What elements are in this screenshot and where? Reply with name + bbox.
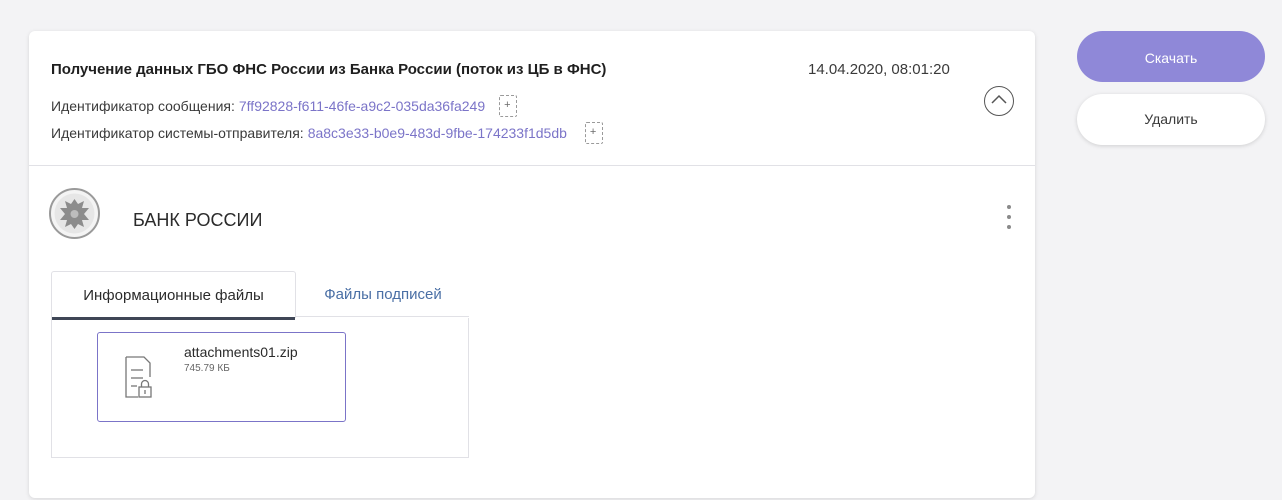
- message-title: Получение данных ГБО ФНС России из Банка…: [51, 61, 607, 78]
- file-tabs: Информационные файлы Файлы подписей: [51, 271, 469, 320]
- locked-document-icon: [125, 356, 152, 398]
- message-id-value[interactable]: 7ff92828-f611-46fe-a9c2-035da36fa249: [239, 98, 485, 114]
- chevron-up-circle-icon[interactable]: [984, 86, 1014, 116]
- message-date: 14.04.2020, 08:01:20: [808, 61, 950, 78]
- organization-name: БАНК РОССИИ: [133, 210, 263, 230]
- bank-emblem-icon: [49, 188, 100, 239]
- tab-signature-files[interactable]: Файлы подписей: [313, 271, 453, 318]
- sender-id-label: Идентификатор системы-отправителя:: [51, 125, 304, 141]
- file-item[interactable]: attachments01.zip 745.79 КБ: [97, 332, 346, 422]
- sender-id-value[interactable]: 8a8c3e33-b0e9-483d-9fbe-174233f1d5db: [308, 125, 567, 141]
- copy-icon[interactable]: [499, 95, 518, 117]
- files-panel: attachments01.zip 745.79 КБ: [51, 318, 469, 458]
- message-id-row: Идентификатор сообщения: 7ff92828-f611-4…: [51, 95, 518, 117]
- sender-id-row: Идентификатор системы-отправителя: 8a8c3…: [51, 122, 603, 144]
- message-id-label: Идентификатор сообщения:: [51, 98, 235, 114]
- copy-icon[interactable]: [584, 122, 603, 144]
- delete-button[interactable]: Удалить: [1077, 94, 1265, 145]
- message-card: Получение данных ГБО ФНС России из Банка…: [29, 31, 1035, 498]
- download-button[interactable]: Скачать: [1077, 31, 1265, 82]
- tab-info-files[interactable]: Информационные файлы: [51, 271, 296, 320]
- file-name: attachments01.zip: [184, 344, 298, 360]
- kebab-menu-icon[interactable]: [1003, 205, 1015, 235]
- message-header: Получение данных ГБО ФНС России из Банка…: [29, 31, 1035, 166]
- file-size: 745.79 КБ: [184, 363, 230, 374]
